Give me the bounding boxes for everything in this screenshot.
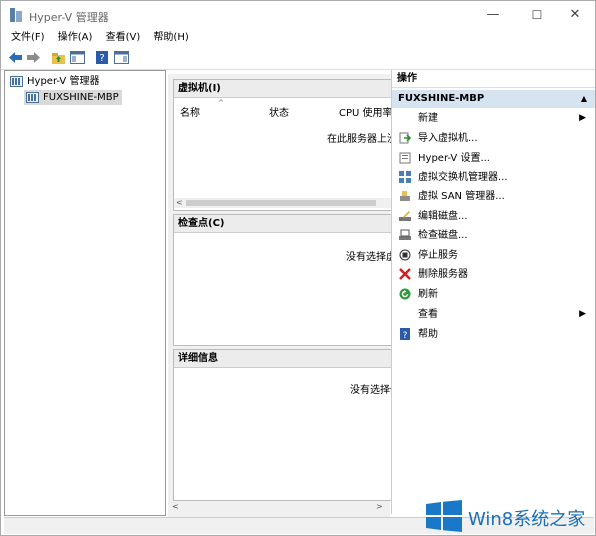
- action-view[interactable]: 查看 ▶: [392, 305, 595, 324]
- vm-empty-message: 在此服务器上没有找到虚拟机: [327, 134, 391, 145]
- show-hide-action-pane-icon[interactable]: [114, 50, 129, 65]
- center-hscrollbar[interactable]: < >: [168, 501, 390, 513]
- tree-root-hyperv-manager[interactable]: Hyper-V 管理器: [10, 74, 99, 90]
- action-import-vm-label: 导入虚拟机...: [418, 133, 478, 144]
- help-book-icon[interactable]: ?: [95, 50, 110, 65]
- action-refresh[interactable]: 刷新: [392, 285, 595, 304]
- edit-disk-icon: [399, 211, 411, 221]
- vm-panel-title: 虚拟机(I): [174, 80, 391, 98]
- action-edit-disk[interactable]: 编辑磁盘...: [392, 207, 595, 226]
- action-remove-server[interactable]: 删除服务器: [392, 265, 595, 284]
- action-virtual-switch-manager-label: 虚拟交换机管理器...: [418, 172, 508, 183]
- svg-text:?: ?: [99, 53, 104, 64]
- back-arrow-icon[interactable]: [8, 50, 23, 65]
- center-pane: 虚拟机(I) 名称 状态 CPU 使用率 ^ 在此服务器上没有找到虚拟机 < 检…: [168, 74, 392, 517]
- help-icon: ?: [400, 328, 410, 340]
- minimize-button[interactable]: —: [473, 4, 513, 26]
- forward-arrow-icon[interactable]: [26, 50, 41, 65]
- toolbar: ?: [1, 47, 595, 70]
- actions-header: 操作: [392, 70, 595, 88]
- action-help-label: 帮助: [418, 329, 438, 340]
- action-help[interactable]: ? 帮助: [392, 325, 595, 344]
- show-hide-tree-icon[interactable]: [70, 50, 85, 65]
- vm-scroll-thumb[interactable]: [186, 200, 376, 206]
- action-hyperv-settings-label: Hyper-V 设置...: [418, 153, 490, 164]
- action-remove-server-label: 删除服务器: [418, 269, 468, 280]
- submenu-arrow-icon: ▶: [579, 113, 586, 123]
- column-cpu[interactable]: CPU 使用率: [339, 104, 391, 119]
- watermark: Win8系统之家: [426, 498, 596, 536]
- checkpoint-panel: 检查点(C) 没有选择虚拟机: [173, 214, 392, 346]
- watermark-text: Win8系统之家: [468, 509, 586, 530]
- menu-bar: 文件(F) 操作(A) 查看(V) 帮助(H): [1, 29, 595, 47]
- import-icon: [399, 132, 411, 144]
- svg-text:?: ?: [403, 331, 408, 340]
- menu-action[interactable]: 操作(A): [58, 29, 93, 47]
- collapse-triangle-icon[interactable]: ▲: [581, 90, 587, 108]
- scroll-right-icon[interactable]: >: [376, 501, 383, 513]
- menu-view[interactable]: 查看(V): [106, 29, 141, 47]
- action-refresh-label: 刷新: [418, 289, 438, 300]
- tree-root-label: Hyper-V 管理器: [27, 76, 100, 87]
- server-icon: [26, 91, 39, 103]
- switch-icon: [399, 171, 411, 183]
- menu-help[interactable]: 帮助(H): [153, 29, 188, 47]
- sort-indicator-icon: ^: [218, 99, 224, 107]
- window-title: Hyper-V 管理器: [29, 11, 109, 24]
- hyperv-window: Hyper-V 管理器 — ☐ ✕ 文件(F) 操作(A) 查看(V) 帮助(H…: [0, 0, 596, 536]
- action-virtual-switch-manager[interactable]: 虚拟交换机管理器...: [392, 168, 595, 187]
- action-inspect-disk[interactable]: 检查磁盘...: [392, 226, 595, 245]
- details-panel-title: 详细信息: [174, 350, 391, 368]
- action-view-label: 查看: [418, 309, 438, 320]
- vm-panel: 虚拟机(I) 名称 状态 CPU 使用率 ^ 在此服务器上没有找到虚拟机 <: [173, 79, 392, 211]
- san-icon: [400, 191, 410, 201]
- action-new-label: 新建: [418, 113, 438, 124]
- checkpoint-empty-message: 没有选择虚拟机: [346, 252, 391, 263]
- submenu-arrow-icon: ▶: [579, 309, 586, 319]
- menu-file[interactable]: 文件(F): [11, 29, 45, 47]
- action-edit-disk-label: 编辑磁盘...: [418, 211, 468, 222]
- settings-icon: [399, 152, 411, 164]
- action-inspect-disk-label: 检查磁盘...: [418, 230, 468, 241]
- action-import-vm[interactable]: 导入虚拟机...: [392, 129, 595, 148]
- actions-section-label: FUXSHINE-MBP: [398, 93, 485, 104]
- action-virtual-san-manager[interactable]: 虚拟 SAN 管理器...: [392, 187, 595, 206]
- column-status[interactable]: 状态: [269, 104, 289, 119]
- details-panel: 详细信息 没有选择任何项目: [173, 349, 392, 501]
- hyperv-app-icon: [10, 8, 22, 22]
- stop-icon: [399, 249, 411, 261]
- hyperv-manager-icon: [10, 75, 23, 87]
- up-folder-icon[interactable]: [51, 50, 66, 65]
- delete-icon: [399, 268, 411, 280]
- refresh-icon: [399, 288, 411, 300]
- maximize-button[interactable]: ☐: [517, 4, 557, 26]
- column-name[interactable]: 名称: [180, 104, 200, 119]
- action-virtual-san-manager-label: 虚拟 SAN 管理器...: [418, 191, 505, 202]
- action-stop-service-label: 停止服务: [418, 250, 458, 261]
- navigation-tree-pane: Hyper-V 管理器 FUXSHINE-MBP: [4, 70, 166, 516]
- action-hyperv-settings[interactable]: Hyper-V 设置...: [392, 149, 595, 168]
- actions-section-server[interactable]: FUXSHINE-MBP ▲: [392, 90, 595, 108]
- windows-logo-icon: [426, 500, 462, 532]
- title-bar: Hyper-V 管理器 — ☐ ✕: [1, 1, 595, 29]
- scroll-left-icon[interactable]: <: [172, 501, 179, 513]
- checkpoint-panel-title: 检查点(C): [174, 215, 391, 233]
- tree-child-label: FUXSHINE-MBP: [43, 92, 119, 103]
- tree-item-server[interactable]: FUXSHINE-MBP: [24, 90, 122, 105]
- action-stop-service[interactable]: 停止服务: [392, 246, 595, 265]
- actions-pane: 操作 FUXSHINE-MBP ▲ 新建 ▶ 导入虚拟机... Hyper-V …: [391, 70, 595, 514]
- close-button[interactable]: ✕: [555, 4, 595, 26]
- vm-panel-hscrollbar[interactable]: <: [174, 198, 391, 208]
- action-new[interactable]: 新建 ▶: [392, 109, 595, 128]
- inspect-disk-icon: [399, 229, 411, 240]
- scroll-left-icon[interactable]: <: [176, 198, 183, 208]
- details-empty-message: 没有选择任何项目: [350, 385, 391, 396]
